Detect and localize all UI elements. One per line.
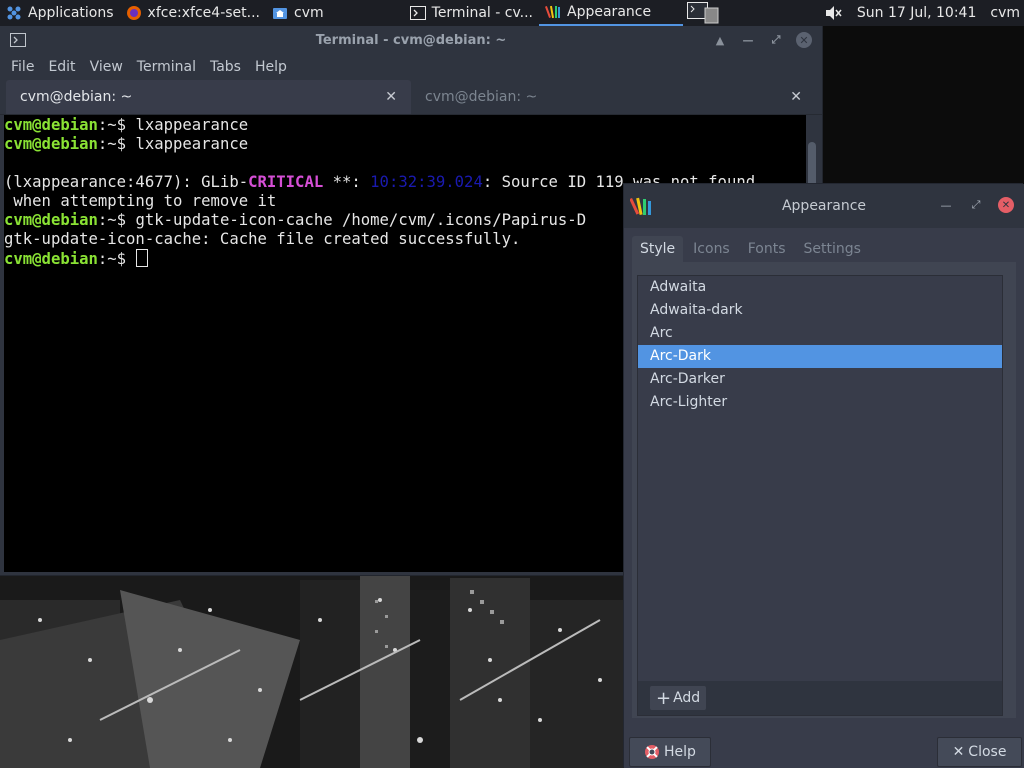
- theme-list[interactable]: Adwaita Adwaita-dark Arc Arc-Dark Arc-Da…: [637, 275, 1003, 683]
- command-text: :~$ lxappearance: [97, 116, 249, 134]
- firefox-icon: [126, 5, 142, 21]
- tab-style[interactable]: Style: [632, 236, 684, 262]
- terminal-title: Terminal - cvm@debian: ~: [315, 32, 507, 48]
- help-button[interactable]: Help: [629, 737, 711, 767]
- close-button[interactable]: ✕: [998, 197, 1014, 213]
- menu-tabs[interactable]: Tabs: [203, 59, 248, 75]
- tab-icons[interactable]: Icons: [685, 236, 738, 262]
- lifebuoy-icon: [644, 744, 660, 760]
- error-text: when attempting to remove it: [4, 192, 277, 210]
- terminal-line: cvm@debian:~$ lxappearance: [4, 135, 806, 154]
- error-text: **:: [323, 173, 371, 191]
- plus-icon: +: [656, 687, 672, 709]
- terminal-tabs: cvm@debian: ~ ✕ cvm@debian: ~ ✕: [0, 80, 822, 115]
- top-panel: Applications xfce:xfce4-set... cvm Termi…: [0, 0, 1024, 26]
- help-label: Help: [664, 744, 696, 760]
- dialog-button-bar: Help ✕ Close: [624, 734, 1024, 768]
- xfce-mouse-icon: [6, 5, 22, 21]
- terminal-tab-2[interactable]: cvm@debian: ~ ✕: [411, 80, 816, 114]
- appearance-tabs: Style Icons Fonts Settings: [632, 236, 871, 262]
- panel-clock[interactable]: Sun 17 Jul, 10:41: [849, 5, 985, 21]
- theme-toolbar: + Add: [637, 681, 1003, 716]
- menu-edit[interactable]: Edit: [41, 59, 82, 75]
- workspace-icon: [687, 2, 719, 24]
- minimize-button[interactable]: —: [938, 197, 954, 213]
- menu-file[interactable]: File: [4, 59, 41, 75]
- menu-help[interactable]: Help: [248, 59, 294, 75]
- taskbar-item-label: cvm: [294, 5, 324, 21]
- close-dialog-button[interactable]: ✕ Close: [937, 737, 1022, 767]
- terminal-icon: [10, 32, 26, 52]
- applications-label: Applications: [28, 5, 114, 21]
- maximize-button[interactable]: ⤢: [768, 32, 784, 48]
- terminal-tab-1[interactable]: cvm@debian: ~ ✕: [6, 80, 411, 114]
- terminal-icon: [409, 5, 426, 21]
- tab-label: cvm@debian: ~: [425, 89, 538, 105]
- close-label: Close: [968, 744, 1007, 760]
- prompt-user: cvm@debian: [4, 250, 98, 268]
- command-text: :~$: [97, 250, 136, 268]
- close-tab-icon[interactable]: ✕: [790, 89, 802, 105]
- output-text: gtk-update-icon-cache: Cache file create…: [4, 230, 521, 248]
- taskbar-item-label: xfce:xfce4-set...: [147, 5, 261, 21]
- taskbar-item-settings[interactable]: xfce:xfce4-set...: [120, 0, 266, 26]
- text-cursor: [136, 249, 149, 267]
- home-folder-icon: [272, 5, 288, 21]
- close-button[interactable]: ✕: [796, 32, 812, 48]
- add-theme-button[interactable]: + Add: [650, 686, 707, 710]
- prompt-user: cvm@debian: [4, 135, 98, 153]
- panel-user[interactable]: cvm: [984, 5, 1024, 21]
- appearance-icon: [629, 195, 654, 223]
- error-timestamp: 10:32:39.024: [370, 173, 483, 191]
- appearance-titlebar[interactable]: Appearance — ⤢ ✕: [624, 184, 1024, 228]
- tab-settings[interactable]: Settings: [796, 236, 869, 262]
- taskbar-item-appearance[interactable]: Appearance: [539, 0, 684, 26]
- terminal-menubar: File Edit View Terminal Tabs Help: [0, 54, 822, 80]
- theme-list-item[interactable]: Adwaita-dark: [638, 299, 1002, 322]
- applications-menu[interactable]: Applications: [0, 0, 120, 26]
- appearance-dialog: Appearance — ⤢ ✕ Style Icons Fonts Setti…: [624, 184, 1024, 768]
- minimize-button[interactable]: —: [740, 32, 756, 48]
- volume-muted-icon[interactable]: [819, 0, 849, 26]
- theme-list-item[interactable]: Arc: [638, 322, 1002, 345]
- error-text: (lxappearance:4677): GLib-: [4, 173, 249, 191]
- add-label: Add: [673, 690, 701, 706]
- maximize-button[interactable]: ⤢: [968, 197, 984, 213]
- critical-label: CRITICAL: [248, 173, 324, 191]
- close-tab-icon[interactable]: ✕: [385, 89, 397, 105]
- taskbar-item-terminal[interactable]: Terminal - cv...: [404, 0, 539, 26]
- tab-label: cvm@debian: ~: [20, 89, 133, 105]
- menu-terminal[interactable]: Terminal: [130, 59, 203, 75]
- close-icon: ✕: [952, 744, 965, 760]
- terminal-line: cvm@debian:~$ lxappearance: [4, 116, 806, 135]
- theme-list-item[interactable]: Arc-Darker: [638, 368, 1002, 391]
- theme-list-item-selected[interactable]: Arc-Dark: [638, 345, 1002, 368]
- taskbar-item-label: Appearance: [567, 4, 652, 20]
- command-text: :~$ lxappearance: [97, 135, 249, 153]
- theme-list-item[interactable]: Adwaita: [638, 276, 1002, 299]
- terminal-titlebar[interactable]: Terminal - cvm@debian: ~ ▲ — ⤢ ✕: [0, 26, 822, 54]
- prompt-user: cvm@debian: [4, 211, 98, 229]
- appearance-icon: [545, 4, 561, 20]
- workspace-switcher[interactable]: [683, 0, 723, 26]
- command-text: :~$ gtk-update-icon-cache /home/cvm/.ico…: [97, 211, 587, 229]
- theme-list-item[interactable]: Arc-Lighter: [638, 391, 1002, 414]
- prompt-user: cvm@debian: [4, 116, 98, 134]
- menu-view[interactable]: View: [83, 59, 130, 75]
- taskbar-item-files[interactable]: cvm: [266, 0, 330, 26]
- shade-button[interactable]: ▲: [712, 32, 728, 48]
- tab-fonts[interactable]: Fonts: [740, 236, 794, 262]
- taskbar-item-label: Terminal - cv...: [431, 5, 534, 21]
